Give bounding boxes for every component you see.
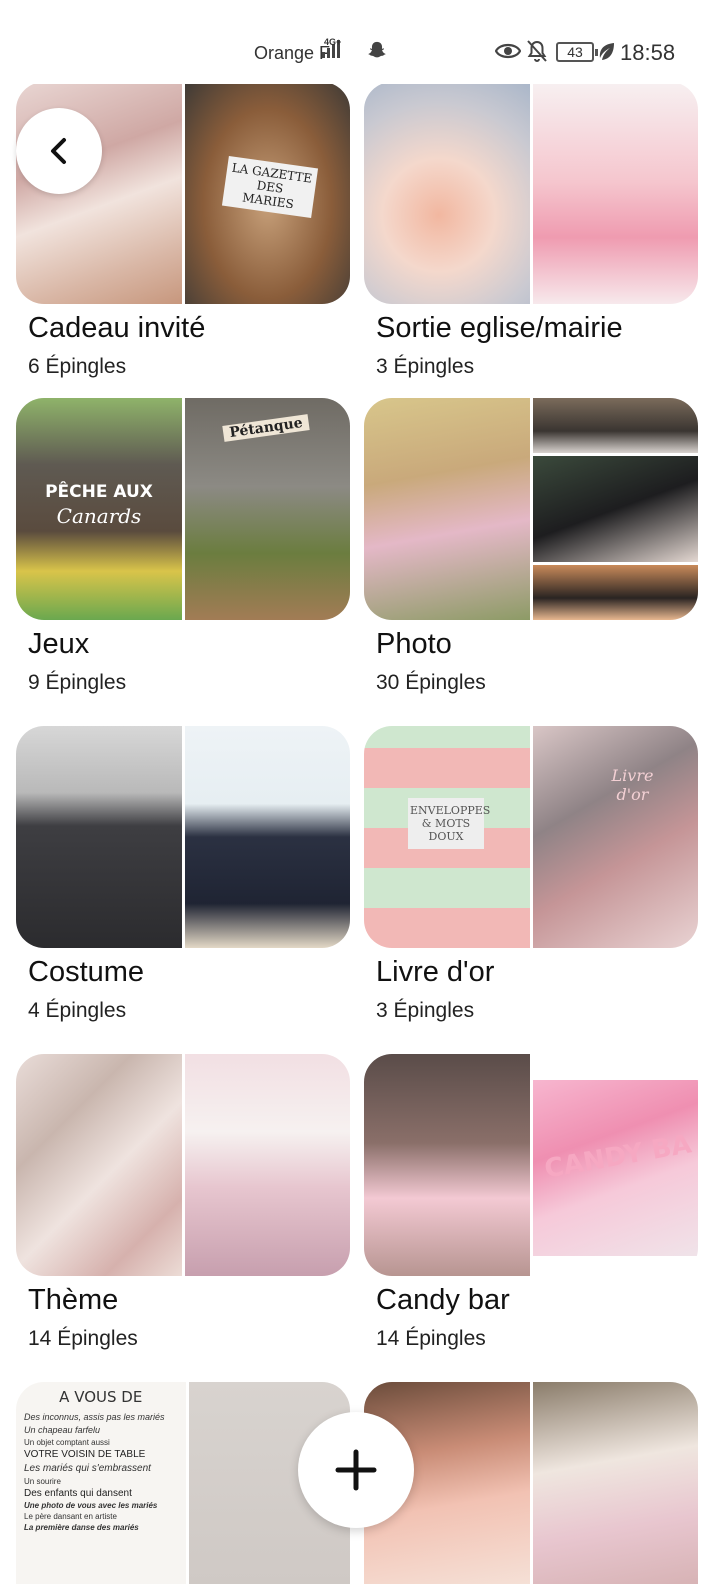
cover-text: A VOUS DE <box>59 1388 143 1406</box>
cover-text: Livre d'or <box>611 766 654 804</box>
battery-indicator: 43 <box>556 42 598 62</box>
cover-image <box>16 726 182 948</box>
board-pin-count: 14 Épingles <box>28 1327 138 1350</box>
cover-image: Livre d'or <box>532 726 698 948</box>
board-cover[interactable] <box>364 82 698 304</box>
cover-text: La première danse des mariés <box>24 1523 139 1532</box>
cover-text: Un sourire <box>24 1477 61 1486</box>
cover-text: CANDY BA <box>541 1129 694 1185</box>
chevron-left-icon <box>51 138 66 164</box>
board-title: Candy bar <box>376 1284 510 1316</box>
board-pin-count: 9 Épingles <box>28 671 127 694</box>
status-bar: Orange F 4G+ 43 18:58 <box>0 0 720 84</box>
cover-image: PÊCHE AUX Canards <box>16 398 182 620</box>
cover-image: CANDY BA <box>532 1080 698 1256</box>
back-button[interactable] <box>16 108 102 194</box>
board-pin-count: 14 Épingles <box>376 1327 486 1350</box>
board-cover[interactable]: ENVELOPPES & MOTS DOUX Livre d'or <box>364 726 698 948</box>
board-cover[interactable] <box>364 1382 698 1584</box>
signal-icon: 4G+ <box>322 37 342 58</box>
cover-image <box>184 726 350 948</box>
plus-icon <box>335 1449 377 1491</box>
cover-image-stack <box>532 398 698 620</box>
add-pin-button[interactable] <box>298 1412 414 1528</box>
cover-text: ENVELOPPES & MOTS DOUX <box>408 798 490 849</box>
eye-icon <box>495 43 521 59</box>
board-pin-count: 4 Épingles <box>28 999 127 1022</box>
board-cover[interactable] <box>16 726 350 948</box>
network-type-label: 4G+ <box>324 37 342 47</box>
cover-text: Un objet comptant aussi <box>24 1438 110 1447</box>
clock: 18:58 <box>620 40 676 65</box>
cover-text: Une photo de vous avec les mariés <box>24 1501 158 1510</box>
board-pin-count: 3 Épingles <box>376 999 475 1022</box>
board-title: Costume <box>28 956 145 988</box>
cover-text: Des enfants qui dansent <box>24 1488 132 1499</box>
cover-text: Canards <box>56 504 142 528</box>
board-pin-count: 3 Épingles <box>376 355 475 378</box>
cover-image <box>16 1054 182 1276</box>
board-title: Thème <box>28 1284 119 1316</box>
board-cover[interactable]: PÊCHE AUX Canards Pétanque <box>16 398 350 620</box>
cover-text: PÊCHE AUX <box>45 482 153 502</box>
cover-text: Un chapeau farfelu <box>24 1425 101 1435</box>
board-title: Jeux <box>28 628 90 660</box>
cover-text: Les mariés qui s'embrassent <box>24 1463 151 1474</box>
snapchat-icon <box>368 41 386 58</box>
cover-image: LA GAZETTE DES MARIES <box>184 82 350 304</box>
board-cover[interactable] <box>16 1054 350 1276</box>
board-title: Cadeau invité <box>28 312 206 344</box>
cover-image <box>184 1054 350 1276</box>
cover-image <box>364 398 530 620</box>
cover-image <box>364 82 530 304</box>
bell-muted-icon <box>527 40 547 62</box>
board-pin-count: 30 Épingles <box>376 671 486 694</box>
cover-image <box>532 82 698 304</box>
board-pin-count: 6 Épingles <box>28 355 127 378</box>
cover-text: Le père dansant en artiste <box>24 1512 117 1521</box>
board-title: Photo <box>376 628 452 660</box>
cover-text: Pétanque <box>221 414 310 442</box>
board-title: Livre d'or <box>376 956 495 988</box>
cover-text: Des inconnus, assis pas les mariés <box>24 1412 165 1422</box>
board-cover[interactable] <box>364 398 698 620</box>
cover-image <box>364 1054 530 1276</box>
board-cover[interactable]: CANDY BA <box>364 1054 698 1276</box>
cover-text: VOTRE VOISIN DE TABLE <box>24 1449 146 1460</box>
cover-image <box>532 456 698 562</box>
cover-image <box>532 1382 698 1584</box>
cover-image: ENVELOPPES & MOTS DOUX <box>364 726 530 948</box>
cover-image <box>532 564 698 620</box>
cover-image: Pétanque <box>184 398 350 620</box>
cover-image-frame: CANDY BA <box>532 1054 698 1276</box>
leaf-icon <box>599 43 614 60</box>
cover-text: LA GAZETTE DES MARIES <box>221 155 318 219</box>
cover-image: A VOUS DE Des inconnus, assis pas les ma… <box>16 1382 186 1584</box>
carrier-label: Orange F <box>254 43 331 63</box>
board-title: Sortie eglise/mairie <box>376 312 623 344</box>
cover-image <box>532 398 698 454</box>
